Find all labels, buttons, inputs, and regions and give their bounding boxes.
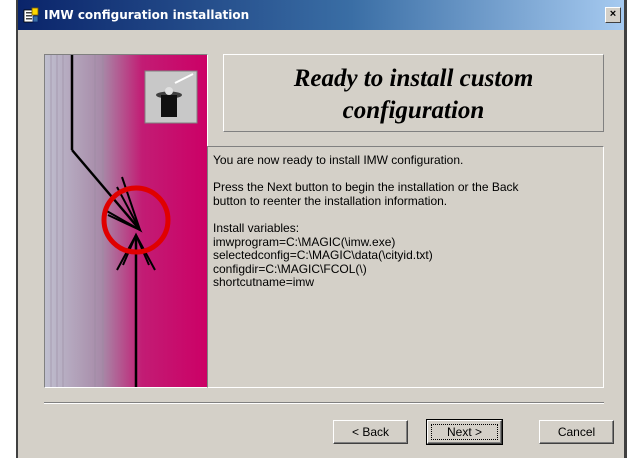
header-panel: Ready to install custom configuration [223, 54, 604, 132]
side-graphic [44, 54, 208, 388]
info-line: button to reenter the installation infor… [213, 193, 448, 208]
info-line: selectedconfig=C:\MAGIC\data(\cityid.txt… [213, 248, 433, 263]
next-button-label: Next > [446, 425, 482, 439]
cancel-button[interactable]: Cancel [539, 420, 614, 444]
page-title-line1: Ready to install custom [293, 65, 534, 92]
close-icon: × [609, 8, 617, 20]
page-title-line2: configuration [342, 97, 485, 124]
magic-hat-icon [144, 70, 198, 124]
installer-dialog: IMW configuration installation × Ready t… [18, 0, 624, 458]
info-line: Install variables: [213, 220, 300, 235]
info-panel: You are now ready to install IMW configu… [207, 146, 604, 388]
button-separator [44, 402, 604, 404]
info-gap [213, 168, 598, 182]
info-line: imwprogram=C:\MAGIC(\imw.exe) [213, 234, 396, 249]
next-button[interactable]: Next > [426, 419, 503, 445]
info-gap [213, 208, 598, 222]
info-line: configdir=C:\MAGIC\FCOL(\) [213, 261, 367, 276]
page-title: Ready to install custom configuration [224, 63, 603, 127]
window-title: IMW configuration installation [44, 8, 250, 22]
info-line: Press the Next button to begin the insta… [213, 180, 519, 195]
desktop-background [0, 0, 16, 458]
back-button[interactable]: < Back [333, 420, 408, 444]
info-line: You are now ready to install IMW configu… [213, 153, 464, 167]
cancel-button-label: Cancel [557, 425, 596, 439]
installer-icon [23, 7, 39, 23]
title-bar[interactable]: IMW configuration installation × [18, 0, 624, 30]
close-button[interactable]: × [605, 7, 621, 23]
back-button-label: < Back [351, 425, 390, 439]
info-line: shortcutname=imw [213, 275, 315, 290]
